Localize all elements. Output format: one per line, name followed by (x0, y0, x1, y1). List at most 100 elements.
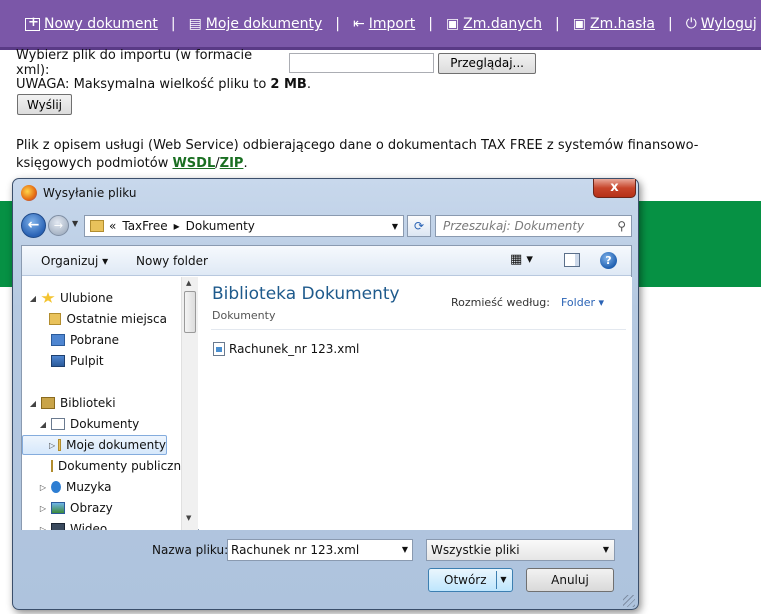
import-icon[interactable]: ⇤ (353, 16, 365, 32)
back-arrow-icon[interactable]: ← (21, 213, 46, 238)
tree-expander-icon[interactable]: ▷ (49, 441, 55, 450)
music-icon (51, 481, 61, 493)
nav-logout[interactable]: Wyloguj (701, 16, 757, 32)
nav-tree-item[interactable]: Pobrane (22, 330, 167, 350)
divider (211, 329, 626, 330)
navigation-pane: ◢ Ulubione Ostatnie miejsca Pobrane Pulpit ◢ B… (22, 277, 181, 530)
nav-tree-item[interactable]: Ostatnie miejsca (22, 309, 167, 329)
id-card-icon[interactable]: ▣ (446, 16, 459, 32)
tree-expander-icon[interactable]: ▷ (38, 525, 48, 531)
cancel-button[interactable]: Anuluj (526, 568, 614, 592)
search-input[interactable]: Przeszukaj: Dokumenty ⚲ (435, 215, 632, 237)
nav-tree-item[interactable]: ◢ Ulubione (22, 288, 167, 308)
tree-expander-icon[interactable]: ▷ (38, 483, 48, 492)
file-path-input[interactable] (289, 53, 435, 73)
address-field[interactable]: « TaxFree ▸ Dokumenty ▼ (84, 215, 404, 237)
nav-tree-item[interactable]: ▷ Obrazy (22, 498, 167, 518)
nav-change-password[interactable]: Zm.hasła (590, 16, 655, 32)
resize-grip-icon[interactable] (623, 595, 635, 607)
dialog-titlebar[interactable]: Wysyłanie pliku x (13, 179, 638, 207)
breadcrumb-taxfree[interactable]: TaxFree (122, 219, 167, 233)
video-icon (51, 523, 65, 530)
tree-item-label: Pobrane (70, 333, 120, 347)
top-nav: Nowy dokument | ▤ Moje dokumenty | ⇤ Imp… (0, 0, 761, 50)
import-row: Wybierz plik do importu (w formacie xml)… (16, 48, 536, 78)
open-button[interactable]: Otwórz ▼ (428, 568, 513, 592)
refresh-icon[interactable]: ⟳ (407, 215, 431, 237)
warning-size: 2 MB (270, 77, 307, 92)
star-icon (41, 292, 55, 303)
nav-my-documents[interactable]: Moje dokumenty (206, 16, 323, 32)
nav-tree-item[interactable]: ◢ Dokumenty (22, 414, 167, 434)
filename-value: Rachunek nr 123.xml (231, 543, 360, 557)
library-subtitle: Dokumenty (212, 309, 276, 322)
tree-item-label: Wideo (70, 522, 108, 530)
scroll-up-icon[interactable]: ▲ (186, 279, 191, 287)
tree-expander-icon[interactable]: ◢ (28, 399, 38, 408)
help-icon[interactable]: ? (600, 252, 617, 269)
nav-tree-item[interactable]: ◢ Biblioteki (22, 393, 167, 413)
arrange-by-label: Rozmieść według: (451, 296, 550, 309)
file-item[interactable]: Rachunek_nr 123.xml (213, 342, 359, 356)
forward-arrow-icon[interactable]: → (48, 215, 69, 236)
breadcrumb-overflow[interactable]: « (109, 219, 116, 233)
nav-import[interactable]: Import (369, 16, 415, 32)
view-options-icon[interactable]: ▦ ▾ (510, 252, 533, 267)
nav-tree-item[interactable]: ▷ Muzyka (22, 477, 167, 497)
organize-menu[interactable]: Organizuj ▾ (41, 254, 108, 268)
warning-end: . (306, 77, 311, 92)
libraries-icon (41, 397, 55, 409)
scroll-thumb[interactable] (184, 291, 196, 333)
id-card-icon[interactable]: ▣ (573, 16, 586, 32)
arrange-by-dropdown[interactable]: Folder ▾ (561, 296, 604, 309)
add-document-icon[interactable] (25, 15, 40, 31)
downloads-icon (51, 334, 65, 346)
address-dropdown-icon[interactable]: ▼ (392, 222, 398, 231)
send-button[interactable]: Wyślij (17, 94, 73, 115)
nav-tree-item[interactable]: ▷ Moje dokumenty (22, 435, 167, 455)
close-button[interactable]: x (593, 179, 636, 198)
browse-button[interactable]: Przeglądaj... (438, 52, 536, 74)
file-type-select[interactable]: Wszystkie pliki ▼ (426, 539, 615, 561)
tree-item-label: Ulubione (60, 291, 114, 305)
description-text: Plik z opisem usługi (Web Service) odbie… (16, 138, 699, 171)
import-prompt: Wybierz plik do importu (w formacie xml)… (16, 48, 253, 78)
history-dropdown-icon[interactable]: ▼ (72, 219, 78, 228)
wsdl-description: Plik z opisem usługi (Web Service) odbie… (16, 137, 756, 173)
tree-expander-icon[interactable]: ◢ (28, 294, 38, 303)
breadcrumb-chevron-icon[interactable]: ▸ (174, 219, 180, 233)
breadcrumb-dokumenty[interactable]: Dokumenty (186, 219, 255, 233)
new-folder-button[interactable]: Nowy folder (136, 254, 208, 268)
open-split-dropdown-icon[interactable]: ▼ (496, 571, 510, 589)
filename-dropdown-icon[interactable]: ▼ (402, 540, 408, 560)
nav-change-data[interactable]: Zm.danych (463, 16, 542, 32)
tree-expander-icon[interactable]: ◢ (38, 420, 48, 429)
dialog-title: Wysyłanie pliku (43, 186, 137, 200)
file-name: Rachunek_nr 123.xml (229, 342, 360, 356)
scroll-down-icon[interactable]: ▼ (186, 514, 191, 522)
documents-icon (51, 418, 65, 430)
tree-item-label: Dokumenty publiczne (58, 459, 181, 473)
power-icon[interactable]: ⏻ (686, 16, 697, 32)
tree-item-label: Moje dokumenty (66, 438, 166, 452)
tree-expander-icon[interactable]: ▷ (38, 504, 48, 513)
nav-scrollbar[interactable]: ▲ ▼ (181, 277, 198, 530)
nav-tree-item[interactable]: Pulpit (22, 351, 167, 371)
nav-tree-item[interactable]: ▷ Wideo (22, 519, 167, 530)
file-type-value: Wszystkie pliki (431, 543, 520, 557)
nav-new-document[interactable]: Nowy dokument (44, 16, 158, 32)
wsdl-link[interactable]: WSDL (172, 156, 215, 171)
document-icon[interactable]: ▤ (189, 16, 202, 32)
size-warning: UWAGA: Maksymalna wielkość pliku to 2 MB… (16, 77, 311, 92)
folder-icon (58, 439, 62, 451)
nav-separator: | (335, 16, 341, 32)
filename-input[interactable]: Rachunek nr 123.xml ▼ (227, 539, 413, 561)
nav-tree-item[interactable]: Dokumenty publiczne (22, 456, 181, 476)
search-icon[interactable]: ⚲ (617, 216, 626, 236)
preview-pane-icon[interactable] (564, 253, 580, 267)
xml-file-icon (213, 342, 225, 356)
zip-link[interactable]: ZIP (220, 156, 244, 171)
file-list-pane: Biblioteka Dokumenty Dokumenty Rozmieść … (199, 277, 632, 530)
file-type-dropdown-icon[interactable]: ▼ (603, 540, 609, 560)
tree-item-label: Dokumenty (70, 417, 140, 431)
